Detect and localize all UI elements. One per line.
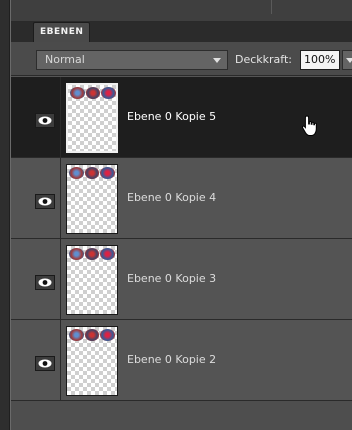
layers-list: Ebene 0 Kopie 5 Ebene 0 Kopie 4 Ebene 0 … xyxy=(11,77,352,401)
layer-thumbnail[interactable] xyxy=(66,245,118,315)
blend-mode-dropdown[interactable]: Normal xyxy=(36,50,228,70)
hand-pointer-icon xyxy=(301,115,317,136)
layers-panel: EBENEN Normal Deckkraft: 100% Ebene 0 Ko… xyxy=(10,0,352,430)
eye-icon[interactable] xyxy=(35,275,55,290)
eye-icon[interactable] xyxy=(35,113,55,128)
opacity-label: Deckkraft: xyxy=(235,53,292,66)
layer-thumbnail[interactable] xyxy=(66,164,118,234)
opacity-field[interactable]: 100% xyxy=(300,50,340,70)
blend-mode-value: Normal xyxy=(45,53,85,66)
layer-name[interactable]: Ebene 0 Kopie 2 xyxy=(127,351,216,369)
panel-tabbar: EBENEN xyxy=(11,22,352,42)
visibility-cell xyxy=(11,320,61,400)
panel-top-strip xyxy=(11,0,352,22)
layer-name[interactable]: Ebene 0 Kopie 4 xyxy=(127,189,216,207)
layer-name[interactable]: Ebene 0 Kopie 5 xyxy=(127,108,216,126)
top-strip-divider xyxy=(271,0,272,14)
layer-row[interactable]: Ebene 0 Kopie 3 xyxy=(11,239,352,320)
layer-row[interactable]: Ebene 0 Kopie 5 xyxy=(11,77,352,158)
eye-icon[interactable] xyxy=(35,356,55,371)
visibility-cell xyxy=(11,158,61,238)
layer-thumbnail[interactable] xyxy=(66,83,118,153)
tab-layers[interactable]: EBENEN xyxy=(33,22,91,42)
layer-thumbnail[interactable] xyxy=(66,326,118,396)
left-panel-edge xyxy=(0,0,10,430)
layers-empty-area xyxy=(11,401,352,430)
visibility-cell xyxy=(11,239,61,319)
eye-icon[interactable] xyxy=(35,194,55,209)
chevron-down-icon xyxy=(213,58,221,63)
chevron-down-icon xyxy=(346,58,352,63)
layer-row[interactable]: Ebene 0 Kopie 2 xyxy=(11,320,352,401)
visibility-cell xyxy=(11,77,61,157)
opacity-dropdown-button[interactable] xyxy=(342,50,352,70)
layer-controls: Normal Deckkraft: 100% xyxy=(11,42,352,76)
layer-name[interactable]: Ebene 0 Kopie 3 xyxy=(127,270,216,288)
layer-row[interactable]: Ebene 0 Kopie 4 xyxy=(11,158,352,239)
